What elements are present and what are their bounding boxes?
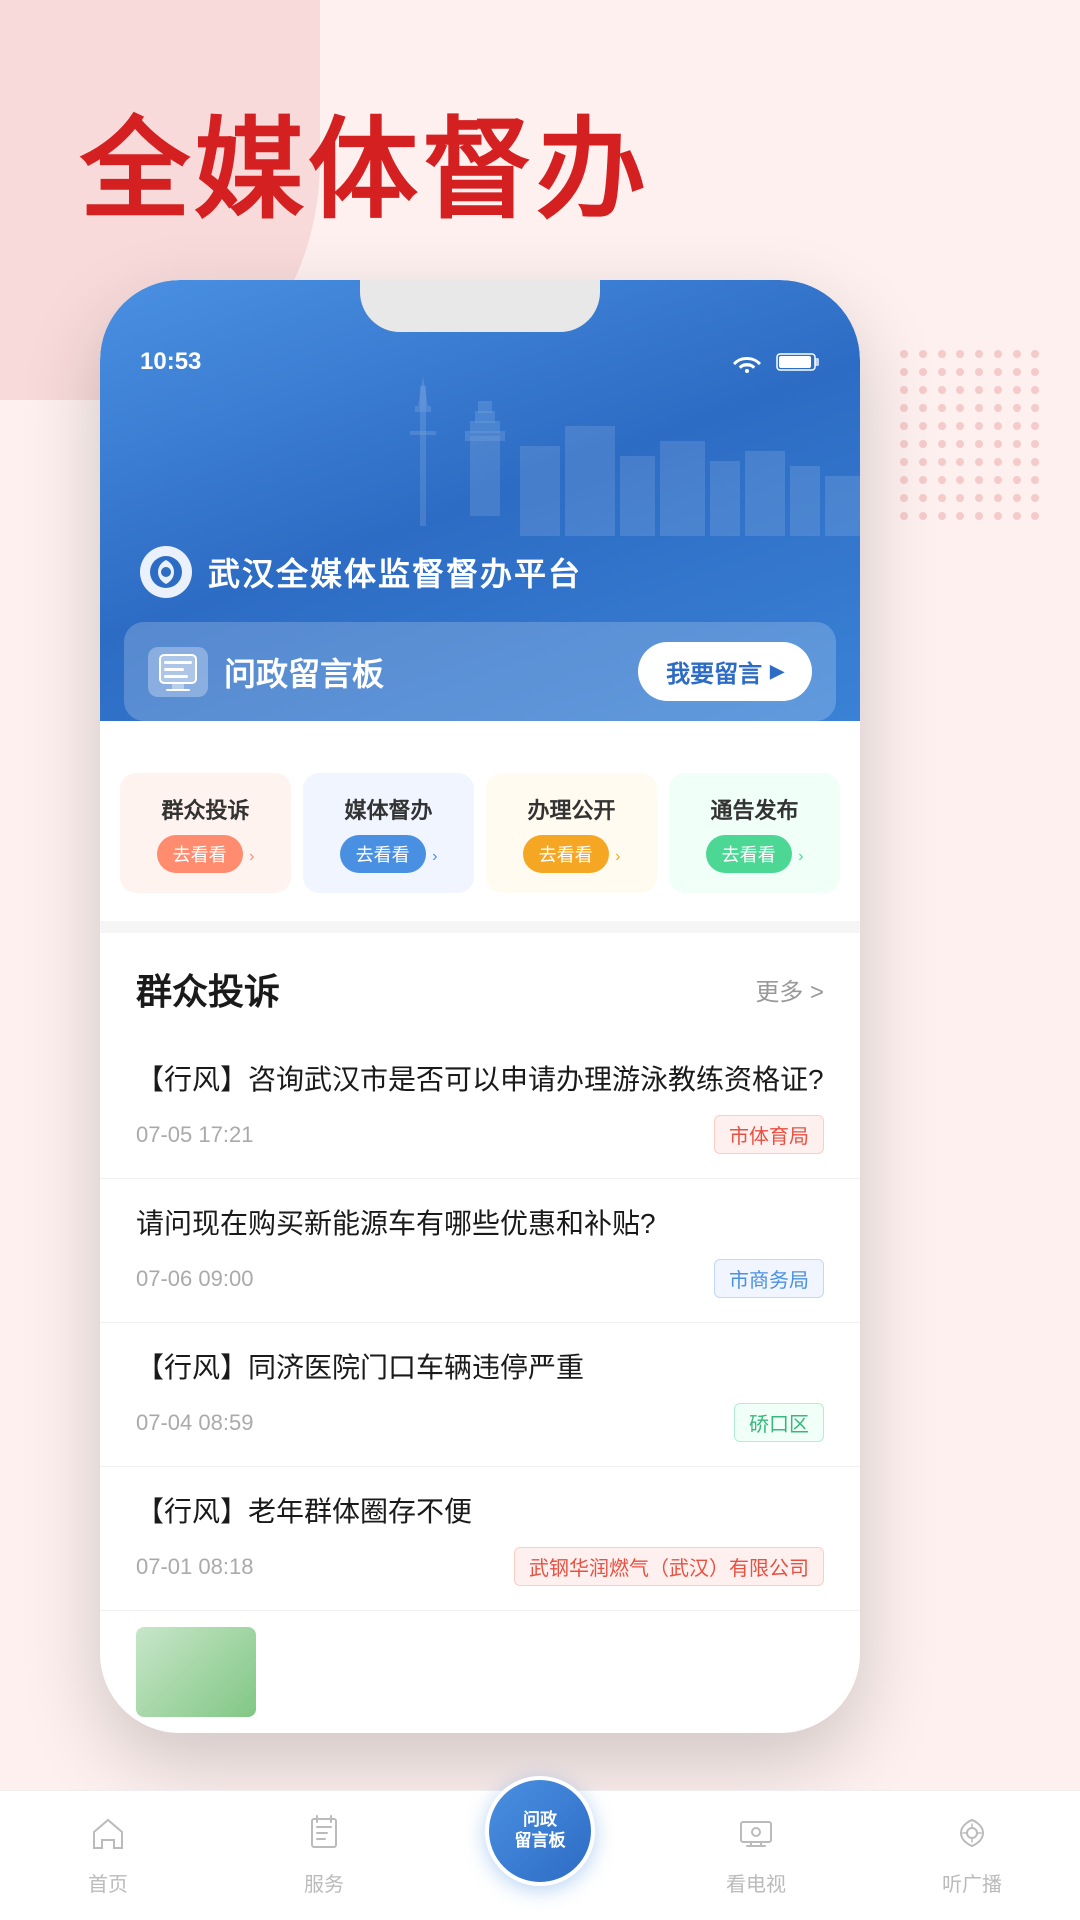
complaint-tag-3: 硚口区	[734, 1403, 824, 1442]
complaints-area: 群众投诉 更多 > 【行风】咨询武汉市是否可以申请办理游泳教练资格证? 07-0…	[100, 921, 860, 1733]
app-brand: 武汉全媒体监督督办平台	[100, 536, 860, 622]
complaint-meta-2: 07-06 09:00 市商务局	[136, 1259, 824, 1298]
nav-item-tv[interactable]: 看电视	[648, 1814, 864, 1897]
category-complaints[interactable]: 群众投诉 去看看 ›	[120, 773, 291, 893]
home-svg	[89, 1814, 127, 1852]
message-banner-left: 问政留言板	[148, 647, 384, 697]
complaint-item-1[interactable]: 【行风】咨询武汉市是否可以申请办理游泳教练资格证? 07-05 17:21 市体…	[100, 1035, 860, 1179]
complaint-date-3: 07-04 08:59	[136, 1410, 253, 1436]
status-bar: 10:53	[100, 332, 860, 376]
category-public[interactable]: 办理公开 去看看 ›	[486, 773, 657, 893]
skyline-svg	[360, 376, 860, 536]
complaint-date-2: 07-06 09:00	[136, 1266, 253, 1292]
category-notice-title: 通告发布	[685, 793, 824, 825]
skyline-area	[100, 376, 860, 536]
phone-notch	[360, 280, 600, 332]
nav-label-home: 首页	[88, 1868, 128, 1897]
nav-label-radio: 听广播	[942, 1868, 1002, 1897]
app-brand-text: 武汉全媒体监督督办平台	[208, 549, 582, 595]
complaint-meta-4: 07-01 08:18 武钢华润燃气（武汉）有限公司	[136, 1547, 824, 1586]
complaint-title-1: 【行风】咨询武汉市是否可以申请办理游泳教练资格证?	[136, 1059, 824, 1101]
complaint-tag-2: 市商务局	[714, 1259, 824, 1298]
radio-svg	[953, 1814, 991, 1852]
thumbnail-row	[100, 1611, 860, 1733]
message-board-banner[interactable]: 问政留言板 我要留言	[124, 622, 836, 721]
leave-message-button[interactable]: 我要留言	[638, 642, 812, 701]
nav-item-radio[interactable]: 听广播	[864, 1814, 1080, 1897]
status-bar-right	[730, 351, 820, 373]
nav-item-service[interactable]: 服务	[216, 1814, 432, 1897]
category-notice[interactable]: 通告发布 去看看 ›	[669, 773, 840, 893]
category-media-btn[interactable]: 去看看	[340, 835, 426, 873]
category-public-btn[interactable]: 去看看	[523, 835, 609, 873]
app-logo	[140, 546, 192, 598]
complaint-date-4: 07-01 08:18	[136, 1554, 253, 1580]
complaint-title-3: 【行风】同济医院门口车辆违停严重	[136, 1347, 824, 1389]
category-complaints-btn[interactable]: 去看看	[157, 835, 243, 873]
wifi-icon	[730, 351, 764, 373]
radio-icon	[953, 1814, 991, 1862]
nav-label-service: 服务	[304, 1868, 344, 1897]
board-svg-icon	[156, 653, 200, 691]
nav-label-tv: 看电视	[726, 1868, 786, 1897]
complaint-title-2: 请问现在购买新能源车有哪些优惠和补贴?	[136, 1203, 824, 1245]
nav-center-text: 问政留言板	[515, 1810, 566, 1851]
complaint-tag-1: 市体育局	[714, 1115, 824, 1154]
category-media-title: 媒体督办	[319, 793, 458, 825]
complaint-item-4[interactable]: 【行风】老年群体圈存不便 07-01 08:18 武钢华润燃气（武汉）有限公司	[100, 1467, 860, 1611]
nav-item-home[interactable]: 首页	[0, 1814, 216, 1897]
battery-icon	[776, 351, 820, 373]
bg-dots-right	[890, 340, 1050, 540]
logo-icon	[148, 554, 184, 590]
complaint-title-4: 【行风】老年群体圈存不便	[136, 1491, 824, 1533]
category-public-title: 办理公开	[502, 793, 641, 825]
nav-item-center[interactable]: 问政留言板	[432, 1826, 648, 1886]
bottom-navigation: 首页 服务 问政留言板 看电视	[0, 1790, 1080, 1920]
complaints-more-btn[interactable]: 更多 >	[755, 972, 824, 1007]
phone-mockup: 10:53	[100, 280, 860, 1733]
tv-svg	[737, 1814, 775, 1852]
complaint-tag-4: 武钢华润燃气（武汉）有限公司	[514, 1547, 824, 1586]
status-time: 10:53	[140, 348, 201, 376]
category-media[interactable]: 媒体督办 去看看 ›	[303, 773, 474, 893]
thumbnail-1	[136, 1627, 256, 1717]
page-title: 全媒体督办	[0, 0, 1080, 280]
nav-center-circle[interactable]: 问政留言板	[485, 1776, 595, 1886]
complaint-meta-3: 07-04 08:59 硚口区	[136, 1403, 824, 1442]
categories-grid: 群众投诉 去看看 › 媒体督办 去看看 › 办理公开 去看看 › 通告发布 去看…	[100, 745, 860, 921]
service-icon	[305, 1814, 343, 1862]
message-board-icon	[148, 647, 208, 697]
complaints-section-header: 群众投诉 更多 >	[100, 921, 860, 1035]
complaint-item-2[interactable]: 请问现在购买新能源车有哪些优惠和补贴? 07-06 09:00 市商务局	[100, 1179, 860, 1323]
complaint-item-3[interactable]: 【行风】同济医院门口车辆违停严重 07-04 08:59 硚口区	[100, 1323, 860, 1467]
phone-header: 10:53	[100, 280, 860, 721]
complaint-meta-1: 07-05 17:21 市体育局	[136, 1115, 824, 1154]
message-board-text: 问政留言板	[224, 649, 384, 695]
category-complaints-title: 群众投诉	[136, 793, 275, 825]
tv-icon	[737, 1814, 775, 1862]
complaint-date-1: 07-05 17:21	[136, 1122, 253, 1148]
service-svg	[305, 1814, 343, 1852]
complaints-section-title: 群众投诉	[136, 963, 280, 1015]
category-notice-btn[interactable]: 去看看	[706, 835, 792, 873]
home-icon	[89, 1814, 127, 1862]
